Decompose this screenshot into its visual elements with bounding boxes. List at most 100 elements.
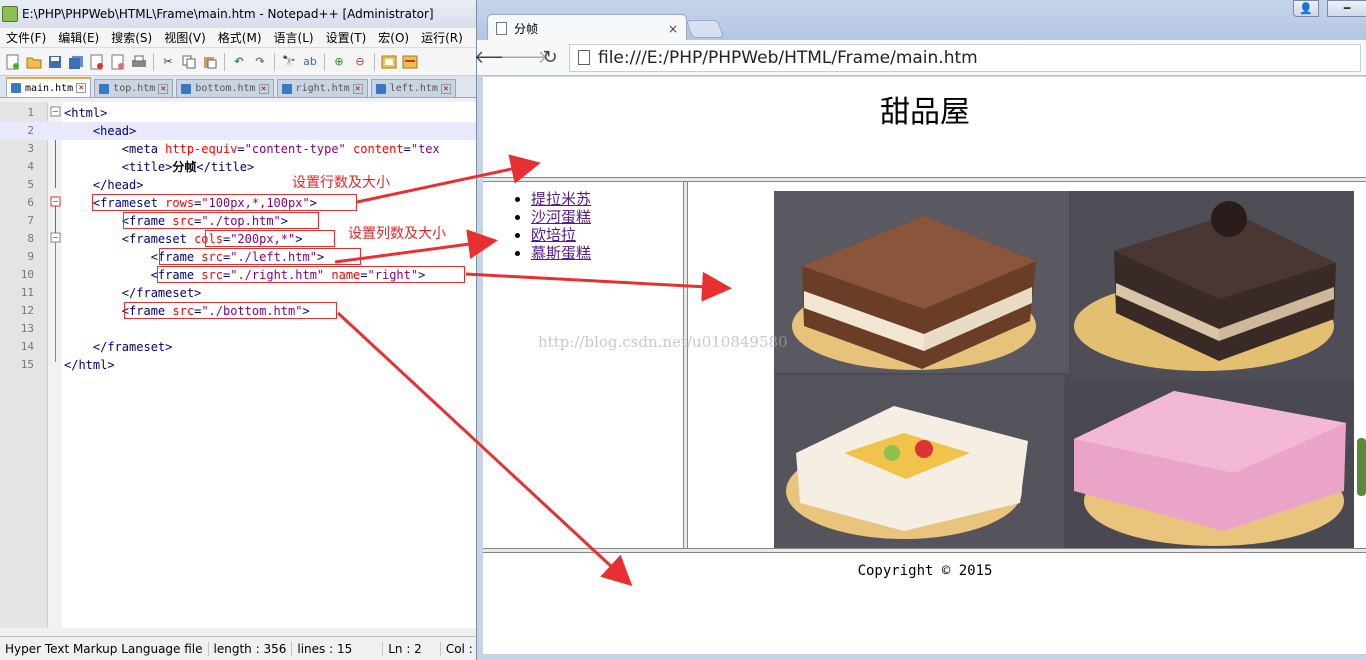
replace-icon[interactable]: ab — [301, 53, 319, 71]
reload-icon[interactable]: ↻ — [537, 45, 563, 71]
new-file-icon[interactable] — [4, 53, 22, 71]
sync-scroll-icon[interactable] — [380, 53, 398, 71]
user-icon[interactable]: 👤 — [1293, 0, 1319, 17]
scrollbar-thumb[interactable] — [1357, 438, 1366, 496]
status-language: Hyper Text Markup Language file — [0, 641, 209, 656]
annotation-cols-note: 设置列数及大小 — [348, 226, 446, 242]
npp-file-tabs: main.htm ✕ top.htm ✕ bottom.htm ✕ right.htm… — [0, 76, 478, 98]
menu-format[interactable]: 格式(M) — [212, 29, 268, 46]
line-number: 6 — [27, 196, 34, 209]
frameset-page: 甜品屋 提拉米苏 沙河蛋糕 欧培拉 慕斯蛋糕 — [483, 77, 1366, 654]
file-tab-label: bottom.htm — [195, 83, 256, 94]
close-file-icon[interactable] — [88, 53, 106, 71]
close-all-icon[interactable] — [109, 53, 127, 71]
line-number: 3 — [27, 142, 34, 155]
new-tab-button[interactable] — [685, 20, 725, 38]
line-number: 15 — [20, 358, 34, 371]
annotation-box-frame-left — [159, 248, 361, 265]
print-icon[interactable] — [130, 53, 148, 71]
file-tab-top[interactable]: top.htm ✕ — [94, 79, 174, 97]
line-number: 4 — [27, 160, 34, 173]
menu-language[interactable]: 语言(L) — [268, 29, 320, 46]
annotation-box-frame-right — [157, 266, 465, 283]
notepadpp-window: E:\PHP\PHPWeb\HTML\Frame\main.htm - Note… — [0, 0, 478, 660]
word-wrap-icon[interactable] — [401, 53, 419, 71]
toolbar-separator — [153, 52, 154, 71]
status-column: Col : — [445, 641, 473, 656]
annotation-rows-note: 设置行数及大小 — [292, 175, 390, 191]
menu-run[interactable]: 运行(R) — [415, 29, 469, 46]
save-icon[interactable] — [46, 53, 64, 71]
npp-statusbar: Hyper Text Markup Language file length :… — [0, 636, 478, 660]
npp-titlebar: E:\PHP\PHPWeb\HTML\Frame\main.htm - Note… — [0, 0, 478, 28]
file-tab-left[interactable]: left.htm ✕ — [370, 79, 456, 97]
npp-window-title: E:\PHP\PHPWeb\HTML\Frame\main.htm - Note… — [22, 7, 434, 21]
file-tab-main[interactable]: main.htm ✕ — [6, 77, 92, 97]
code-line-current: 2 <head> — [0, 122, 478, 140]
file-tab-bottom[interactable]: bottom.htm ✕ — [176, 79, 274, 97]
line-number: 10 — [20, 268, 34, 281]
browser-window: 分帧 × 👤 ━ 🡐 🡒 ↻ file:///E:/PHP/PHPWeb/HTM… — [474, 0, 1366, 660]
cake-photos-image — [774, 191, 1354, 548]
close-icon[interactable]: ✕ — [352, 83, 363, 94]
browser-tab-title: 分帧 — [514, 22, 539, 36]
file-tab-label: top.htm — [113, 83, 156, 94]
file-save-icon — [375, 83, 386, 94]
close-icon[interactable]: ✕ — [158, 83, 169, 94]
open-folder-icon[interactable] — [25, 53, 43, 71]
line-number: 5 — [27, 178, 34, 191]
menu-file[interactable]: 文件(F) — [0, 29, 52, 46]
minimize-icon[interactable]: ━ — [1327, 0, 1366, 17]
forward-arrow-icon[interactable]: 🡒 — [500, 45, 548, 71]
menu-macro[interactable]: 宏(O) — [372, 29, 415, 46]
link-mousse[interactable]: 慕斯蛋糕 — [531, 244, 591, 262]
bottom-frame: Copyright © 2015 — [483, 553, 1366, 654]
code-line: 1 <html> — [0, 104, 478, 122]
top-frame: 甜品屋 — [483, 77, 1366, 177]
link-tiramisu[interactable]: 提拉米苏 — [531, 190, 591, 208]
save-all-icon[interactable] — [67, 53, 85, 71]
file-tab-label: left.htm — [389, 83, 438, 94]
menu-settings[interactable]: 设置(T) — [320, 29, 373, 46]
paste-icon[interactable] — [201, 53, 219, 71]
dessert-menu: 提拉米苏 沙河蛋糕 欧培拉 慕斯蛋糕 — [531, 190, 683, 262]
undo-icon[interactable]: ↶ — [230, 53, 248, 71]
zoom-in-icon[interactable]: ⊕ — [330, 53, 348, 71]
right-frame — [688, 182, 1366, 548]
browser-navbar: 🡐 🡒 ↻ file:///E:/PHP/PHPWeb/HTML/Frame/m… — [474, 40, 1366, 76]
close-tab-icon[interactable]: × — [668, 22, 678, 36]
copy-icon[interactable] — [180, 53, 198, 71]
address-bar[interactable]: file:///E:/PHP/PHPWeb/HTML/Frame/main.ht… — [569, 43, 1361, 72]
menu-edit[interactable]: 编辑(E) — [52, 29, 105, 46]
find-icon[interactable]: 🔭 — [280, 53, 298, 71]
line-number: 12 — [20, 304, 34, 317]
code-line: 14 </frameset> — [0, 338, 478, 356]
file-tab-label: main.htm — [25, 82, 74, 94]
copyright-text: Copyright © 2015 — [857, 563, 993, 579]
cut-icon[interactable]: ✂ — [159, 53, 177, 71]
close-icon[interactable]: ✕ — [258, 83, 269, 94]
redo-icon[interactable]: ↷ — [251, 53, 269, 71]
menu-search[interactable]: 搜索(S) — [105, 29, 158, 46]
menu-view[interactable]: 视图(V) — [158, 29, 212, 46]
link-sachertorte[interactable]: 沙河蛋糕 — [531, 208, 591, 226]
code-editor[interactable]: 1 <html> 2 <head> 3 <meta http-equiv="con… — [0, 102, 478, 628]
close-icon[interactable]: ✕ — [440, 83, 451, 94]
browser-tab[interactable]: 分帧 × — [487, 14, 687, 42]
npp-menubar: 文件(F) 编辑(E) 搜索(S) 视图(V) 格式(M) 语言(L) 设置(T… — [0, 28, 478, 48]
file-tab-right[interactable]: right.htm ✕ — [276, 79, 368, 97]
line-number: 2 — [27, 124, 34, 137]
status-line-number: Ln : 2 — [383, 641, 441, 656]
code-line: 13 — [0, 320, 478, 338]
file-tab-label: right.htm — [295, 83, 350, 94]
annotation-box-cols — [205, 230, 335, 247]
annotation-box-frame-bottom — [124, 302, 337, 319]
toolbar-separator — [374, 52, 375, 71]
zoom-out-icon[interactable]: ⊖ — [351, 53, 369, 71]
link-opera[interactable]: 欧培拉 — [531, 226, 576, 244]
list-item: 欧培拉 — [531, 226, 683, 244]
cake-photo-grid — [774, 191, 1354, 548]
close-icon[interactable]: ✕ — [76, 83, 87, 93]
code-line: 15 </html> — [0, 356, 478, 374]
site-heading: 甜品屋 — [880, 95, 970, 130]
